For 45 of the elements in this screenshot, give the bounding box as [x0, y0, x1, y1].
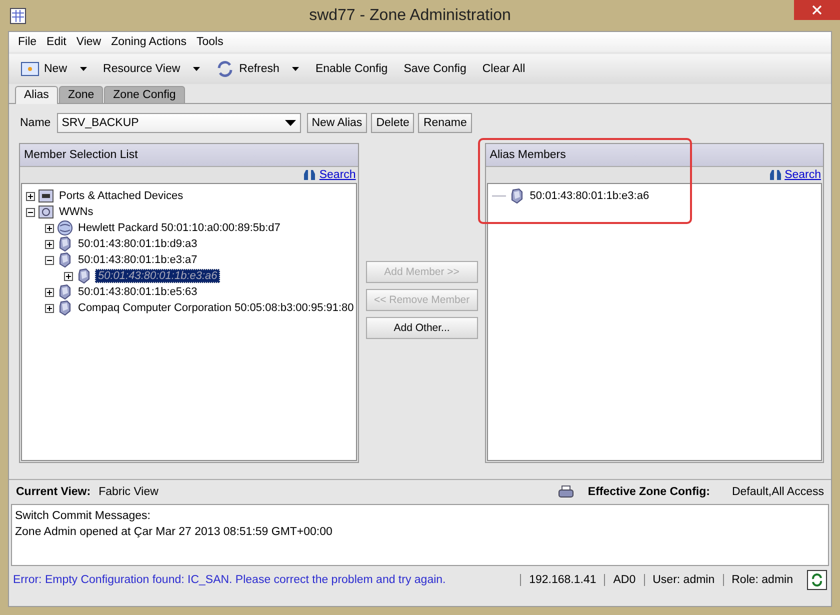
window-title: swd77 - Zone Administration [308, 6, 512, 24]
toolbar-button[interactable]: Refresh [210, 59, 306, 79]
status-field: AD0 [604, 574, 644, 586]
tree-item[interactable]: 50:01:43:80:01:1b:e5:63 [76, 286, 200, 298]
tree-item[interactable]: Ports & Attached Devices [57, 190, 186, 202]
tree-item[interactable]: 50:01:43:80:01:1b:e3:a6 [95, 269, 220, 283]
search-link[interactable]: Search [303, 169, 356, 181]
error-message: Error: Empty Configuration found: IC_SAN. Please correct the problem and try again. [13, 574, 447, 586]
tab[interactable]: Zone [58, 86, 104, 103]
status-field: Role: admin [722, 574, 801, 586]
log-line: Switch Commit Messages: [15, 509, 152, 524]
menu-item[interactable]: Edit [42, 36, 72, 48]
toolbar-button[interactable]: Resource View [97, 61, 206, 77]
panel-header: Alias Members [486, 144, 823, 167]
menu-item[interactable]: Zoning Actions [106, 36, 192, 48]
log-line: Zone Admin opened at Çar Mar 27 2013 08:51:59 GMT+00:00 [15, 525, 334, 540]
menu-item[interactable]: File [13, 36, 42, 48]
tree-item[interactable]: 50:01:43:80:01:1b:d9:a3 [76, 238, 200, 250]
tree-item[interactable]: 50:01:43:80:01:1b:e3:a6 [528, 190, 652, 202]
tree-item[interactable]: Compaq Computer Corporation 50:05:08:b3:00:95:91:80 [76, 302, 356, 314]
toolbar-button[interactable]: Enable Config [309, 61, 394, 77]
status-field: User: admin [644, 574, 723, 586]
menu-item[interactable]: Tools [192, 36, 228, 48]
member-button[interactable]: Add Other... [366, 317, 478, 339]
panel-header: Member Selection List [20, 144, 358, 167]
name-dropdown[interactable]: SRV_BACKUP [56, 113, 301, 133]
action-button[interactable]: Delete [371, 113, 414, 133]
tree-item[interactable]: WWNs [57, 206, 96, 218]
tree-item[interactable]: 50:01:43:80:01:1b:e3:a7 [76, 254, 200, 266]
tree-item[interactable]: Hewlett Packard 50:01:10:a0:00:89:5b:d7 [76, 222, 282, 234]
toolbar-button[interactable]: Save Config [398, 61, 472, 77]
search-link[interactable]: Search [768, 169, 821, 181]
status-field: 192.168.1.41 [520, 574, 604, 586]
toolbar-button[interactable]: New [15, 60, 94, 78]
action-button[interactable]: New Alias [306, 113, 368, 133]
config-value: Default,All Access [732, 486, 824, 498]
view-label: Current View: [16, 486, 91, 498]
action-button[interactable]: Rename [418, 113, 472, 133]
config-label: Effective Zone Config: [588, 486, 710, 498]
name-label: Name [20, 117, 51, 129]
menu-item[interactable]: View [71, 36, 106, 48]
toolbar-button[interactable]: Clear All [476, 61, 532, 77]
tab[interactable]: Alias [15, 86, 58, 104]
view-value: Fabric View [98, 486, 158, 498]
tab[interactable]: Zone Config [104, 86, 185, 103]
